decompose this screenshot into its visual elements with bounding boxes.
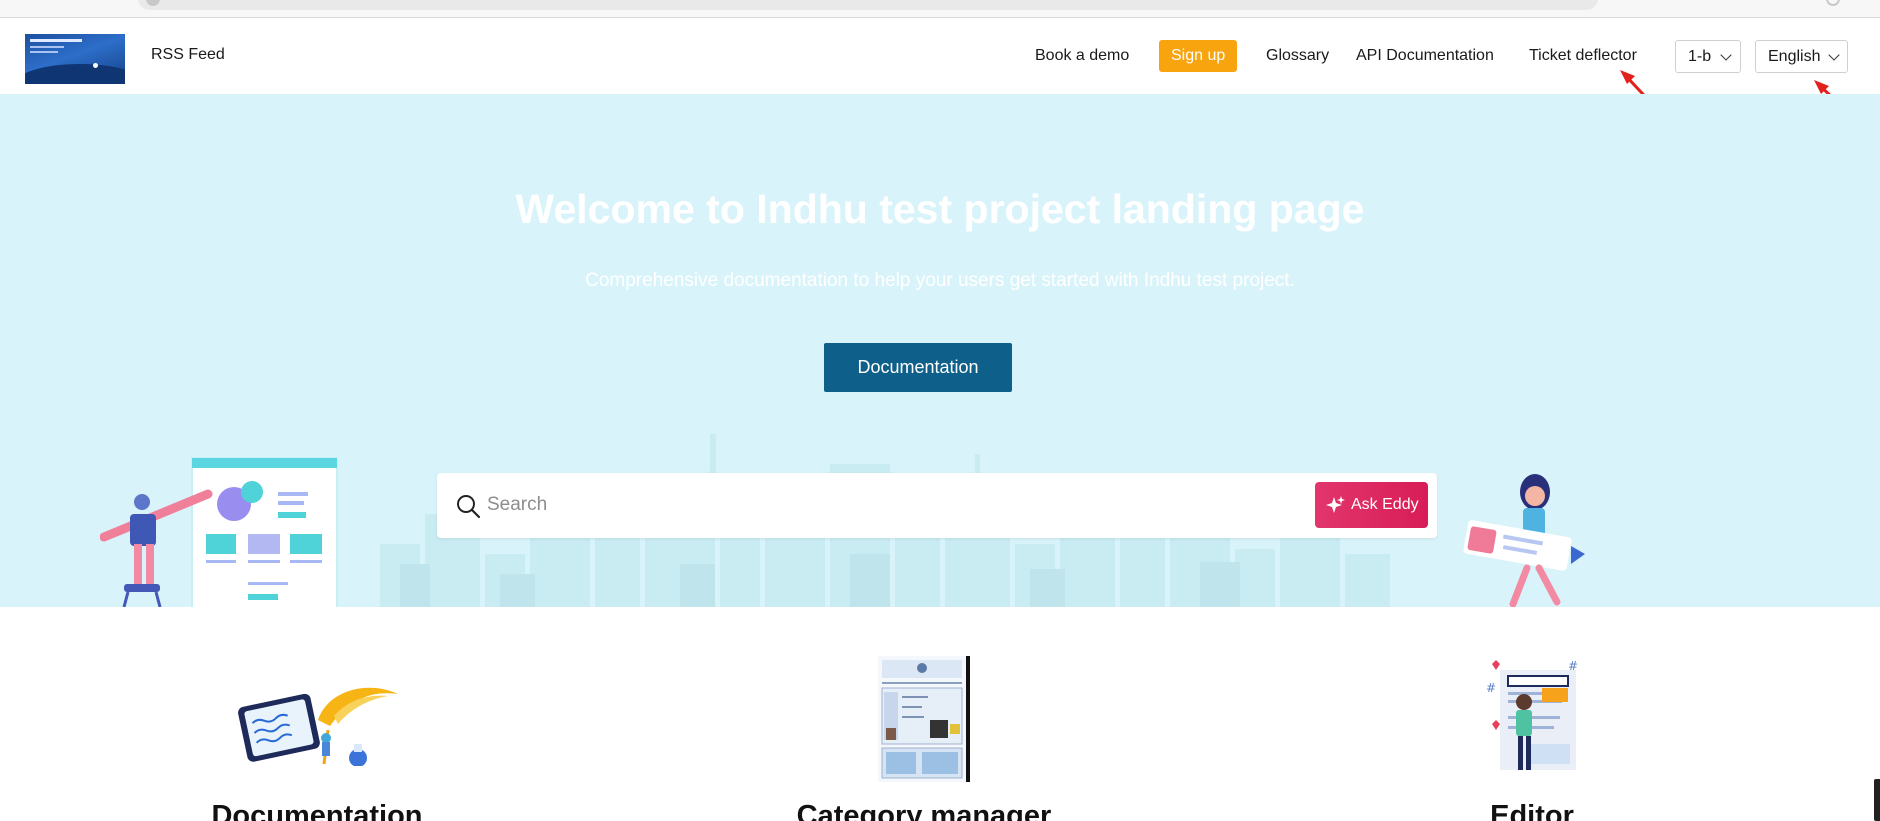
chat-widget-edge[interactable] (1874, 779, 1880, 821)
chevron-down-icon (1828, 49, 1840, 61)
editor-illustration: # # (1486, 659, 1578, 770)
ticket-deflector-link[interactable]: Ticket deflector (1529, 47, 1637, 65)
site-header: RSS Feed Book a demo Sign up Glossary AP… (0, 18, 1880, 94)
reader-illustration (1463, 474, 1585, 607)
ask-eddy-label: Ask Eddy (1351, 496, 1419, 513)
api-documentation-link[interactable]: API Documentation (1356, 47, 1494, 65)
version-select-value: 1-b (1688, 48, 1712, 65)
version-select[interactable]: 1-b (1675, 40, 1741, 73)
designer-illustration (100, 457, 338, 607)
svg-text:#: # (1486, 681, 1496, 695)
svg-text:#: # (1568, 659, 1578, 673)
language-select-value: English (1768, 48, 1821, 65)
search-icon (457, 495, 481, 519)
hero-title: Welcome to Indhu test project landing pa… (515, 186, 1365, 232)
glossary-link[interactable]: Glossary (1266, 47, 1329, 65)
search-bar: Ask Eddy (437, 473, 1437, 538)
feature-title-category-manager[interactable]: Category manager (788, 800, 1060, 821)
documentation-illustration (238, 687, 398, 766)
profile-icon[interactable] (1826, 0, 1840, 6)
category-manager-document-image (878, 656, 970, 782)
language-select[interactable]: English (1755, 40, 1848, 73)
search-input[interactable] (487, 487, 1307, 523)
sparkle-icon (1326, 496, 1345, 513)
rss-feed-link[interactable]: RSS Feed (151, 46, 225, 64)
hero-section: Welcome to Indhu test project landing pa… (0, 94, 1880, 607)
address-bar[interactable] (138, 0, 1598, 10)
book-demo-link[interactable]: Book a demo (1035, 47, 1129, 65)
feature-title-documentation[interactable]: Documentation (205, 800, 429, 821)
documentation-button[interactable]: Documentation (824, 343, 1012, 392)
ask-eddy-button[interactable]: Ask Eddy (1315, 482, 1428, 528)
signup-button[interactable]: Sign up (1159, 40, 1238, 72)
site-logo[interactable] (25, 34, 125, 84)
feature-title-editor[interactable]: Editor (1480, 800, 1584, 821)
chevron-down-icon (1720, 49, 1732, 61)
hero-subtitle: Comprehensive documentation to help your… (585, 270, 1295, 291)
browser-chrome (0, 0, 1880, 18)
